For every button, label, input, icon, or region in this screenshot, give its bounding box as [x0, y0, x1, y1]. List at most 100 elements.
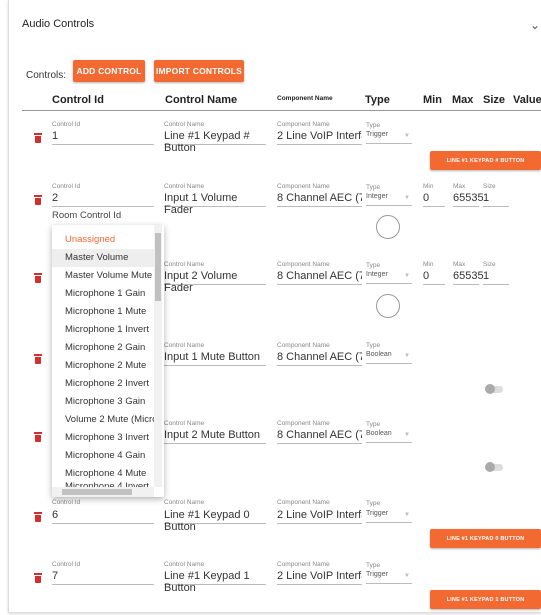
dropdown-vertical-scrollbar[interactable] — [154, 225, 162, 487]
keypad-button[interactable]: LINE #1 KEYPAD 0 BUTTON — [430, 529, 541, 548]
control-id-input[interactable]: 1 — [52, 130, 154, 145]
keypad-button[interactable]: LINE #1 KEYPAD # BUTTON — [430, 151, 541, 170]
value-knob[interactable] — [376, 215, 400, 239]
min-label: Min — [423, 183, 434, 190]
control-name-input[interactable]: Input 1 Mute Button — [164, 351, 266, 366]
control-name-input[interactable]: Line #1 Keypad 0 Button — [164, 509, 266, 533]
value-toggle[interactable] — [485, 462, 503, 472]
type-label: Type — [366, 421, 381, 428]
chevron-down-icon[interactable]: ⌄ — [530, 18, 540, 32]
panel-title: Audio Controls — [22, 18, 95, 30]
control-name-input[interactable]: Line #1 Keypad # Button — [164, 130, 266, 154]
control-id-label: Control Id — [52, 183, 81, 190]
min-input[interactable]: 0 — [423, 270, 445, 285]
header-min: Min — [423, 94, 442, 106]
trash-icon[interactable] — [34, 195, 42, 205]
trash-icon[interactable] — [34, 133, 42, 143]
type-select[interactable]: Integer — [366, 271, 388, 278]
size-input[interactable]: 1 — [483, 270, 509, 285]
caret-down-icon: ▼ — [404, 273, 410, 279]
trash-icon[interactable] — [34, 573, 42, 583]
type-underline — [366, 442, 412, 443]
caret-down-icon: ▼ — [404, 573, 410, 579]
controls-label: Controls: — [26, 70, 67, 81]
control-name-input[interactable]: Line #1 Keypad 1 Button — [164, 570, 266, 594]
control-name-label: Control Name — [164, 561, 205, 568]
header-value: Value — [513, 94, 541, 106]
header-size: Size — [483, 94, 506, 106]
type-select[interactable]: Boolean — [366, 351, 392, 358]
control-name-label: Control Name — [164, 121, 205, 128]
control-name-label: Control Name — [164, 420, 205, 427]
dropdown-option[interactable]: Microphone 1 Mute — [52, 303, 157, 321]
header-max: Max — [452, 94, 474, 106]
trash-icon[interactable] — [34, 512, 42, 522]
control-name-input[interactable]: Input 1 Volume Fader — [164, 192, 266, 216]
header-type: Type — [365, 94, 390, 106]
type-select[interactable]: Trigger — [366, 510, 388, 517]
dropdown-option[interactable]: Master Volume Mute — [52, 267, 157, 285]
room-control-id-label: Room Control Id — [52, 210, 122, 221]
keypad-button[interactable]: LINE #1 KEYPAD 1 BUTTON — [430, 590, 541, 609]
min-input[interactable]: 0 — [423, 192, 445, 207]
dropdown-option-highlighted[interactable]: Master Volume — [52, 249, 157, 267]
dropdown-option[interactable]: Microphone 4 Gain — [52, 447, 157, 465]
dropdown-option[interactable]: Microphone 3 Gain — [52, 393, 157, 411]
component-name-input[interactable]: 2 Line VoIP Interface ( — [277, 570, 362, 585]
dropdown-option[interactable]: Microphone 2 Invert — [52, 375, 157, 393]
type-underline — [366, 143, 412, 144]
trash-icon[interactable] — [34, 354, 42, 364]
dropdown-option[interactable]: Unassigned — [52, 231, 157, 249]
component-name-label: Component Name — [277, 561, 330, 568]
value-toggle[interactable] — [485, 384, 503, 394]
type-underline — [366, 205, 412, 206]
component-name-input[interactable]: 2 Line VoIP Interface ( — [277, 130, 362, 145]
value-knob[interactable] — [376, 294, 400, 318]
control-name-input[interactable]: Input 2 Volume Fader — [164, 270, 266, 294]
component-name-input[interactable]: 2 Line VoIP Interface ( — [277, 509, 362, 524]
control-id-label: Control Id — [52, 499, 81, 506]
component-name-input[interactable]: 8 Channel AEC (7) — [277, 192, 362, 207]
header-control-id: Control Id — [52, 94, 104, 106]
dropdown-option[interactable]: Microphone 2 Mute — [52, 357, 157, 375]
component-name-input[interactable]: 8 Channel AEC (7) — [277, 429, 362, 444]
component-name-input[interactable]: 8 Channel AEC (7) — [277, 351, 362, 366]
type-select[interactable]: Trigger — [366, 571, 388, 578]
type-select[interactable]: Boolean — [366, 430, 392, 437]
type-select[interactable]: Integer — [366, 193, 388, 200]
dropdown-horizontal-scrollbar[interactable] — [52, 487, 154, 497]
max-input[interactable]: 65535 — [453, 270, 484, 285]
caret-down-icon: ▼ — [404, 353, 410, 359]
control-id-input[interactable]: 2 — [52, 192, 154, 207]
type-label: Type — [366, 342, 381, 349]
dropdown-option[interactable]: Microphone 1 Invert — [52, 321, 157, 339]
import-controls-button[interactable]: IMPORT CONTROLS — [154, 60, 244, 82]
dropdown-option[interactable]: Microphone 2 Gain — [52, 339, 157, 357]
dropdown-option[interactable]: Volume 2 Mute (Microph — [52, 411, 157, 429]
type-label: Type — [366, 122, 381, 129]
component-name-label: Component Name — [277, 183, 330, 190]
max-input[interactable]: 65535 — [453, 192, 484, 207]
caret-down-icon: ▼ — [404, 432, 410, 438]
caret-down-icon: ▼ — [404, 133, 410, 139]
control-name-input[interactable]: Input 2 Mute Button — [164, 429, 266, 444]
trash-icon[interactable] — [34, 273, 42, 283]
dropdown-option[interactable]: Microphone 1 Gain — [52, 285, 157, 303]
type-label: Type — [366, 184, 381, 191]
type-underline — [366, 363, 412, 364]
component-name-input[interactable]: 8 Channel AEC (7) — [277, 270, 362, 285]
control-name-label: Control Name — [164, 261, 205, 268]
control-id-input[interactable]: 7 — [52, 570, 154, 585]
control-name-label: Control Name — [164, 342, 205, 349]
size-label: Size — [483, 183, 496, 190]
type-label: Type — [366, 500, 381, 507]
control-name-label: Control Name — [164, 499, 205, 506]
size-input[interactable]: 1 — [483, 192, 509, 207]
dropdown-option[interactable]: Microphone 3 Invert — [52, 429, 157, 447]
type-select[interactable]: Trigger — [366, 131, 388, 138]
component-name-label: Component Name — [277, 261, 330, 268]
trash-icon[interactable] — [34, 432, 42, 442]
room-control-dropdown[interactable]: Unassigned Master Volume Master Volume M… — [52, 225, 164, 497]
add-control-button[interactable]: ADD CONTROL — [73, 60, 145, 82]
control-id-input[interactable]: 6 — [52, 509, 154, 524]
